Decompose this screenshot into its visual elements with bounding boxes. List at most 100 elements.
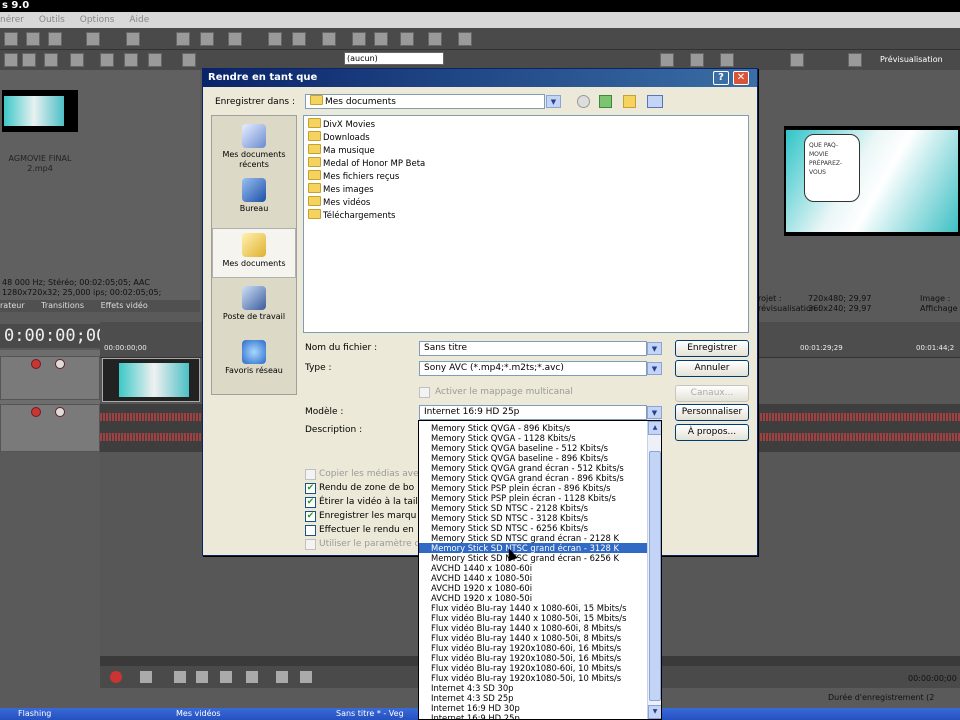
selection-tool-icon[interactable] [228,32,242,46]
pause-button[interactable] [220,671,232,683]
chevron-down-icon[interactable]: ▼ [546,95,561,108]
dropdown-option[interactable]: Internet 16:9 HD 25p [419,713,647,719]
file-list[interactable]: DivX Movies Downloads Ma musique Medal o… [303,115,749,333]
envelope-tool-icon[interactable] [200,32,214,46]
video-preview-icon[interactable] [790,53,804,67]
option-checkbox[interactable]: ✔ [305,483,316,494]
video-clip[interactable] [102,358,200,402]
view-icon[interactable] [182,53,196,67]
dropdown-option[interactable]: Memory Stick QVGA grand écran - 512 Kbit… [419,463,647,473]
copy-snapshot-icon[interactable] [720,53,734,67]
media-thumbnail[interactable] [2,90,78,132]
option-checkbox[interactable]: ✔ [305,497,316,508]
dropdown-option[interactable]: Internet 4:3 SD 25p [419,693,647,703]
type-select[interactable]: Sony AVC (*.mp4;*.m2ts;*.avc) [419,361,647,376]
solo-icon[interactable] [55,359,65,369]
customize-button[interactable]: Personnaliser [675,404,749,421]
about-button[interactable]: À propos... [675,424,749,441]
snap-icon[interactable] [268,32,282,46]
lock-envelopes-icon[interactable] [352,32,366,46]
mute-icon[interactable] [31,359,41,369]
dropdown-option[interactable]: Flux vidéo Blu-ray 1440 x 1080-60i, 15 M… [419,603,647,613]
scissors-icon[interactable] [44,53,58,67]
dropdown-option[interactable]: Memory Stick QVGA grand écran - 896 Kbit… [419,473,647,483]
menu-item-options[interactable]: Options [80,15,115,25]
tab-transitions[interactable]: Transitions [41,301,84,310]
loop-button[interactable] [140,671,152,683]
template-combo[interactable]: (aucun) [344,52,444,65]
taskbar-item[interactable]: Mes vidéos [176,708,221,720]
filename-input[interactable]: Sans titre [419,341,647,356]
properties-icon[interactable] [400,32,414,46]
paste-icon[interactable] [48,32,62,46]
up-folder-icon[interactable] [599,95,612,108]
preview-quality-label[interactable]: Prévisualisation [880,55,943,64]
place-my-documents[interactable]: Mes documents [212,228,296,278]
dropdown-option[interactable]: Flux vidéo Blu-ray 1920x1080-50i, 16 Mbi… [419,653,647,663]
dropdown-option[interactable]: Internet 4:3 SD 30p [419,683,647,693]
dropdown-option[interactable]: Flux vidéo Blu-ray 1920x1080-60i, 16 Mbi… [419,643,647,653]
dropdown-option[interactable]: Memory Stick QVGA baseline - 512 Kbits/s [419,443,647,453]
back-icon[interactable] [577,95,590,108]
cancel-button[interactable]: Annuler [675,360,749,377]
dropdown-option[interactable]: Memory Stick SD NTSC grand écran - 3128 … [419,543,647,553]
scroll-thumb[interactable] [649,451,661,701]
view-menu-icon[interactable] [647,95,663,108]
option-checkbox[interactable] [305,469,316,480]
video-track-header[interactable] [0,356,100,400]
dropdown-option[interactable]: Flux vidéo Blu-ray 1920x1080-60i, 10 Mbi… [419,663,647,673]
dropdown-option[interactable]: AVCHD 1920 x 1080-60i [419,583,647,593]
play-from-start-button[interactable] [174,671,186,683]
option-checkbox[interactable] [305,539,316,550]
trim-icon[interactable] [70,53,84,67]
help-icon[interactable] [428,32,442,46]
dropdown-option[interactable]: Memory Stick QVGA - 896 Kbits/s [419,423,647,433]
copy-icon[interactable] [26,32,40,46]
go-end-button[interactable] [300,671,312,683]
auto-ripple-icon[interactable] [322,32,336,46]
cut-icon[interactable] [4,32,18,46]
overlay-icon[interactable] [690,53,704,67]
stop-icon[interactable] [124,53,138,67]
dropdown-option[interactable]: Internet 16:9 HD 30p [419,703,647,713]
save-button[interactable]: Enregistrer [675,340,749,357]
stop-button[interactable] [246,671,258,683]
taskbar-item[interactable]: Flashing [18,708,51,720]
menu-item-help[interactable]: Aide [129,15,149,25]
preview-quality-icon[interactable] [848,53,862,67]
split-screen-icon[interactable] [660,53,674,67]
list-item[interactable]: Ma musique [308,144,375,157]
dropdown-option[interactable]: Memory Stick SD NTSC - 6256 Kbits/s [419,523,647,533]
crossfade-icon[interactable] [292,32,306,46]
play-button[interactable] [196,671,208,683]
dropdown-option[interactable]: AVCHD 1440 x 1080-60i [419,563,647,573]
list-item[interactable]: Mes fichiers reçus [308,170,399,183]
taskbar-item[interactable]: Sans titre * - Veg [336,708,404,720]
chevron-down-icon[interactable]: ▼ [647,362,662,375]
list-item[interactable]: Téléchargements [308,209,395,222]
record-button[interactable] [110,671,122,683]
multichannel-checkbox[interactable] [419,387,430,398]
scroll-up-icon[interactable]: ▲ [648,421,661,435]
new-folder-icon[interactable] [623,95,636,108]
chevron-down-icon[interactable]: ▼ [647,406,662,419]
close-icon[interactable] [22,53,36,67]
list-item[interactable]: Medal of Honor MP Beta [308,157,425,170]
edit-tool-icon[interactable] [176,32,190,46]
dropdown-option[interactable]: Memory Stick SD NTSC grand écran - 2128 … [419,533,647,543]
dropdown-scrollbar[interactable]: ▲ ▼ [647,421,661,719]
dropdown-option[interactable]: Memory Stick SD NTSC - 2128 Kbits/s [419,503,647,513]
record-icon[interactable] [148,53,162,67]
chevron-down-icon[interactable]: ▼ [647,342,662,355]
arrow-icon[interactable] [4,53,18,67]
place-desktop[interactable]: Bureau [212,178,296,214]
dropdown-option[interactable]: Flux vidéo Blu-ray 1920x1080-50i, 10 Mbi… [419,673,647,683]
save-in-select[interactable]: Mes documents [305,94,545,109]
dropdown-option[interactable]: Memory Stick PSP plein écran - 1128 Kbit… [419,493,647,503]
ignore-grouping-icon[interactable] [374,32,388,46]
audio-fx-icon[interactable] [31,407,41,417]
list-item[interactable]: Downloads [308,131,370,144]
audio-track-header[interactable] [0,404,100,452]
place-network[interactable]: Favoris réseau [212,340,296,376]
tab-generators[interactable]: rateur [0,301,25,310]
